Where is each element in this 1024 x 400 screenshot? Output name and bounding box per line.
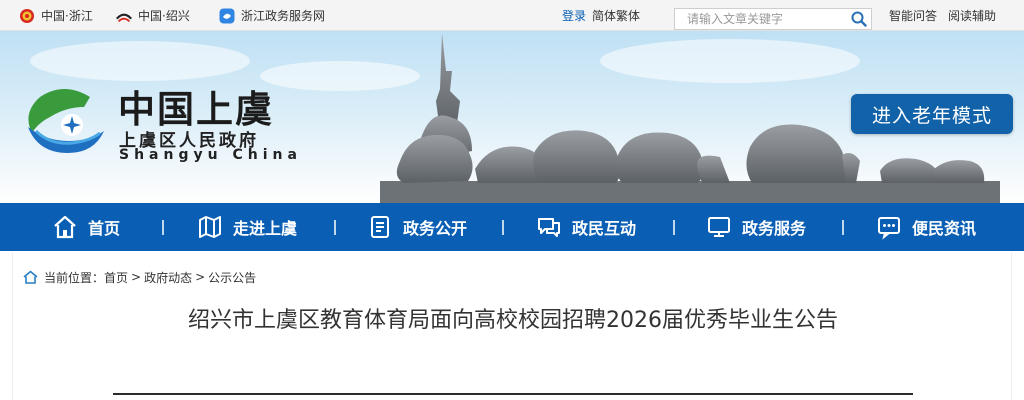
cloud-decoration [30, 41, 250, 81]
link-china-zhejiang[interactable]: 中国·浙江 [18, 0, 93, 31]
document-icon [367, 214, 393, 240]
search-box [674, 8, 872, 30]
breadcrumb-item-gov-news[interactable]: 政府动态 [144, 269, 192, 286]
nav-item-gov-public-interaction[interactable]: 政民互动 [536, 203, 636, 251]
breadcrumb: 当前位置： 首页 > 政府动态 > 公示公告 [23, 268, 256, 286]
search-icon[interactable] [849, 10, 869, 28]
nav-item-label: 走进上虞 [233, 219, 298, 238]
nav-item-public-info[interactable]: 便民资讯 [876, 203, 976, 251]
breadcrumb-separator: > [195, 270, 206, 284]
top-utility-bar: 中国·浙江 中国·绍兴 浙江政务服务网 登录 简体繁体 智能问答 阅读辅助 [0, 0, 1024, 31]
link-label: 浙江政务服务网 [241, 9, 326, 23]
nav-divider [162, 220, 164, 235]
reading-assist-link[interactable]: 阅读辅助 [948, 7, 996, 24]
article-container: 当前位置： 首页 > 政府动态 > 公示公告 绍兴市上虞区教育体育局面向高校校园… [12, 253, 1012, 400]
breadcrumb-item-announcements[interactable]: 公示公告 [208, 269, 256, 286]
link-label: 中国·绍兴 [138, 9, 190, 23]
elder-mode-button[interactable]: 进入老年模式 [851, 94, 1013, 134]
language-switch[interactable]: 简体繁体 [592, 7, 640, 24]
site-name: 中国上虞 [118, 87, 274, 131]
nav-item-home[interactable]: 首页 [52, 203, 120, 251]
message-icon [876, 214, 902, 240]
nav-item-label: 政务服务 [742, 219, 807, 238]
nav-item-label: 首页 [88, 219, 121, 238]
shaoxing-logo-icon [115, 7, 133, 25]
nav-item-gov-affairs-open[interactable]: 政务公开 [367, 203, 467, 251]
site-subtitle-en: Shangyu China [119, 147, 302, 163]
nav-divider [842, 220, 844, 235]
site-logo[interactable] [20, 83, 108, 157]
login-link[interactable]: 登录 [562, 7, 586, 24]
map-icon [197, 214, 223, 240]
header-banner: 中国上虞 上虞区人民政府 Shangyu China 进入老年模式 [0, 31, 1024, 203]
breadcrumb-item-home[interactable]: 首页 [104, 269, 128, 286]
link-zhejiang-gov-service[interactable]: 浙江政务服务网 [218, 0, 325, 31]
title-divider [113, 393, 913, 395]
nav-divider [673, 220, 675, 235]
nav-item-label: 政民互动 [572, 219, 637, 238]
breadcrumb-separator: > [131, 270, 142, 284]
location-home-icon [23, 270, 38, 284]
main-nav: 首页 走进上虞 政务公开 政民互动 政务服务 便民资讯 [0, 203, 1024, 251]
national-emblem-icon [18, 7, 36, 25]
smart-qa-link[interactable]: 智能问答 [889, 7, 937, 24]
article-title: 绍兴市上虞区教育体育局面向高校校园招聘2026届优秀毕业生公告 [188, 308, 838, 333]
zhejiang-gov-service-icon [218, 7, 236, 25]
breadcrumb-prefix: 当前位置： [44, 270, 105, 285]
monitor-icon [706, 214, 732, 240]
home-icon [52, 214, 78, 240]
nav-item-label: 政务公开 [403, 219, 468, 238]
nav-item-about-shangyu[interactable]: 走进上虞 [197, 203, 297, 251]
nav-item-gov-services[interactable]: 政务服务 [706, 203, 806, 251]
topbar-right-links: 智能问答 阅读辅助 [889, 0, 1007, 31]
login-language-group: 登录 简体繁体 [562, 0, 640, 31]
nav-item-label: 便民资讯 [912, 219, 977, 238]
search-input[interactable] [675, 9, 847, 29]
nav-divider [502, 220, 504, 235]
link-china-shaoxing[interactable]: 中国·绍兴 [115, 0, 190, 31]
nav-divider [334, 220, 336, 235]
chat-bubbles-icon [536, 214, 562, 240]
link-label: 中国·浙江 [41, 9, 93, 23]
